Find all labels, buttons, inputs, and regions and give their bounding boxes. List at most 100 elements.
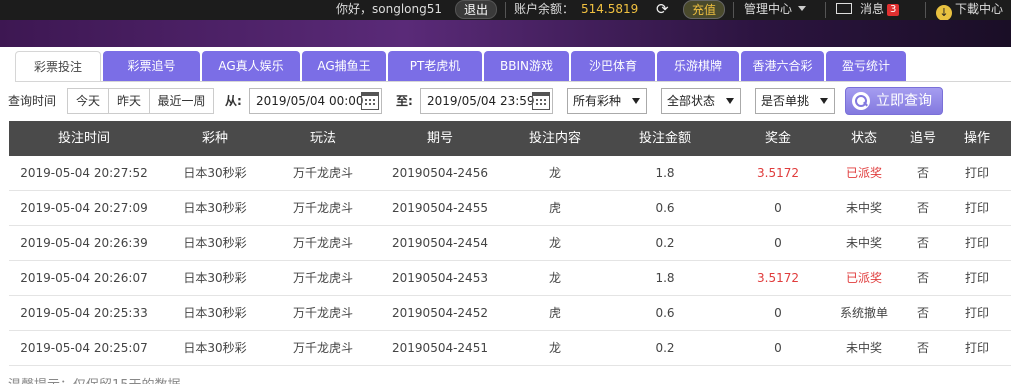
tab-saba-sports[interactable]: 沙巴体育 <box>571 51 655 81</box>
print-link[interactable]: 打印 <box>949 296 1005 331</box>
to-date-input[interactable]: 2019/05/04 23:59 <box>420 88 553 114</box>
cell-issue: 20190504-2454 <box>392 236 488 250</box>
cell-lottery: 日本30秒彩 <box>183 271 247 285</box>
col-lottery: 彩种 <box>201 131 228 146</box>
print-link[interactable]: 打印 <box>949 156 1005 191</box>
cell-status: 已派奖 <box>845 166 882 180</box>
cell-amount: 1.8 <box>655 166 675 180</box>
to-date-value: 2019/05/04 23:59 <box>427 94 535 108</box>
chevron-down-icon <box>632 98 640 104</box>
logout-button[interactable]: 退出 <box>455 0 498 19</box>
cell-bet-time: 2019-05-04 20:27:09 <box>20 201 148 215</box>
print-link[interactable]: 打印 <box>949 331 1005 366</box>
table-row: 2019-05-04 20:26:39 日本30秒彩 万千龙虎斗 20190504-2… <box>9 226 1011 261</box>
table-row: 2019-05-04 20:26:07 日本30秒彩 万千龙虎斗 20190504-2… <box>9 261 1011 296</box>
cell-amount: 1.8 <box>655 271 675 285</box>
divider <box>925 2 926 18</box>
print-link[interactable]: 打印 <box>949 261 1005 296</box>
tab-leyou-chess[interactable]: 乐游棋牌 <box>657 51 739 81</box>
query-time-label: 查询时间 <box>8 94 57 108</box>
cell-amount: 0.2 <box>655 236 675 250</box>
bet-records-table: 投注时间 彩种 玩法 期号 投注内容 投注金额 奖金 状态 追号 操作 2019… <box>9 121 1011 366</box>
divider <box>825 2 826 18</box>
cell-chase: 否 <box>916 271 929 285</box>
tab-lottery-chase[interactable]: 彩票追号 <box>103 51 200 81</box>
cell-play: 万千龙虎斗 <box>292 201 353 215</box>
cell-bet-time: 2019-05-04 20:26:07 <box>20 271 148 285</box>
status-value: 全部状态 <box>667 94 716 108</box>
lottery-type-select[interactable]: 所有彩种 <box>567 88 647 114</box>
cell-lottery: 日本30秒彩 <box>183 236 247 250</box>
tab-pt-slots[interactable]: PT老虎机 <box>388 51 482 81</box>
calendar-icon[interactable] <box>361 92 379 110</box>
greeting-text: 你好，songlong51 <box>336 2 442 16</box>
cell-issue: 20190504-2456 <box>392 166 488 180</box>
cell-issue: 20190504-2451 <box>392 341 488 355</box>
single-pick-select[interactable]: 是否单挑 <box>755 88 835 114</box>
cell-prize: 0 <box>774 201 782 215</box>
cell-chase: 否 <box>916 341 929 355</box>
cell-prize: 3.5172 <box>757 166 799 180</box>
recharge-button[interactable]: 充值 <box>683 0 726 19</box>
lottery-type-value: 所有彩种 <box>573 94 622 108</box>
download-label: 下載中心 <box>955 2 1004 16</box>
table-header: 投注时间 彩种 玩法 期号 投注内容 投注金额 奖金 状态 追号 操作 <box>9 121 1011 156</box>
col-chase: 追号 <box>909 131 936 146</box>
tab-lottery-bet[interactable]: 彩票投注 <box>15 51 101 82</box>
tab-bbin-games[interactable]: BBIN游戏 <box>484 51 569 81</box>
cell-lottery: 日本30秒彩 <box>183 341 247 355</box>
cell-amount: 0.6 <box>655 306 675 320</box>
col-content: 投注内容 <box>528 131 581 146</box>
message-count-badge: 3 <box>887 4 900 16</box>
cell-content: 虎 <box>548 306 561 320</box>
status-select[interactable]: 全部状态 <box>661 88 741 114</box>
cell-play: 万千龙虎斗 <box>292 236 353 250</box>
yesterday-button[interactable]: 昨天 <box>108 88 150 114</box>
chevron-down-icon <box>820 98 828 104</box>
cell-lottery: 日本30秒彩 <box>183 201 247 215</box>
download-icon: ↓ <box>936 5 952 21</box>
balance-value: 514.5819 <box>581 2 639 16</box>
print-link[interactable]: 打印 <box>949 191 1005 226</box>
cell-prize: 0 <box>774 341 782 355</box>
col-amount: 投注金额 <box>638 131 691 146</box>
col-prize: 奖金 <box>764 131 791 146</box>
table-row: 2019-05-04 20:25:33 日本30秒彩 万千龙虎斗 20190504-2… <box>9 296 1011 331</box>
table-row: 2019-05-04 20:25:07 日本30秒彩 万千龙虎斗 20190504-2… <box>9 331 1011 366</box>
cell-chase: 否 <box>916 306 929 320</box>
print-link[interactable]: 打印 <box>949 226 1005 261</box>
cell-lottery: 日本30秒彩 <box>183 306 247 320</box>
refresh-icon[interactable]: ⟳ <box>656 0 669 20</box>
tab-underline <box>15 81 1011 82</box>
messages-link[interactable]: 消息 3 <box>836 0 900 20</box>
tab-profit-stats[interactable]: 盈亏统计 <box>826 51 906 81</box>
from-date-input[interactable]: 2019/05/04 00:00 <box>249 88 382 114</box>
cell-prize: 3.5172 <box>757 271 799 285</box>
cell-content: 龙 <box>548 166 561 180</box>
col-issue: 期号 <box>426 131 453 146</box>
admin-center-label: 管理中心 <box>744 2 793 16</box>
last-week-button[interactable]: 最近一周 <box>149 88 214 114</box>
query-button[interactable]: 立即查询 <box>845 87 943 115</box>
divider <box>505 2 506 18</box>
calendar-icon[interactable] <box>532 92 550 110</box>
filter-bar: 查询时间 今天 昨天 最近一周 从: 2019/05/04 00:00 至: 2… <box>0 87 1011 115</box>
cell-prize: 0 <box>774 236 782 250</box>
cell-bet-time: 2019-05-04 20:25:07 <box>20 341 148 355</box>
cell-status: 未中奖 <box>845 201 882 215</box>
cell-amount: 0.6 <box>655 201 675 215</box>
tab-ag-fishing[interactable]: AG捕鱼王 <box>302 51 386 81</box>
col-play: 玩法 <box>309 131 336 146</box>
messages-label: 消息 <box>860 2 885 16</box>
col-bet-time: 投注时间 <box>57 131 110 146</box>
cell-issue: 20190504-2452 <box>392 306 488 320</box>
from-label: 从: <box>225 94 242 108</box>
tab-hk-mark-six[interactable]: 香港六合彩 <box>741 51 824 81</box>
today-button[interactable]: 今天 <box>67 88 109 114</box>
cell-issue: 20190504-2453 <box>392 271 488 285</box>
chevron-down-icon <box>726 98 734 104</box>
tab-ag-live[interactable]: AG真人娱乐 <box>202 51 300 81</box>
cell-content: 虎 <box>548 201 561 215</box>
download-center-link[interactable]: ↓ 下載中心 <box>936 0 1004 21</box>
admin-center-menu[interactable]: 管理中心 <box>744 0 807 20</box>
